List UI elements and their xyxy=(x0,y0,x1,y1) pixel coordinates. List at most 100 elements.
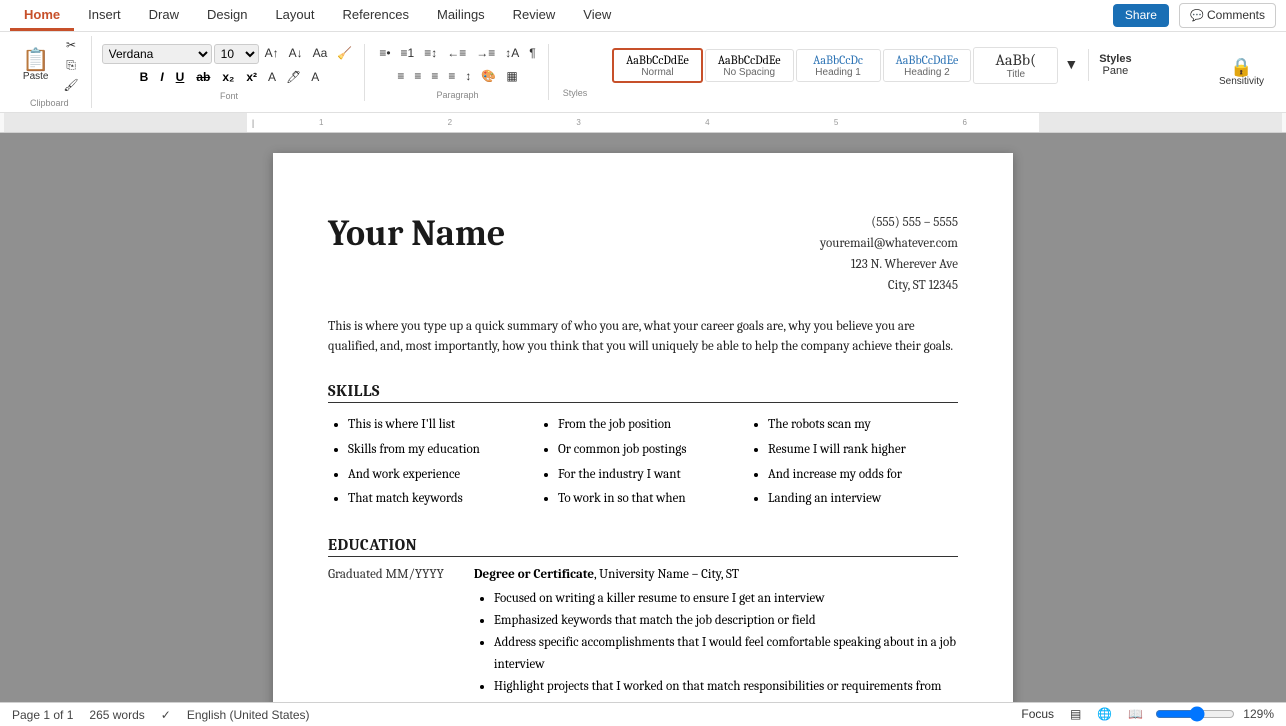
skills-grid: This is where I'll list Skills from my e… xyxy=(328,413,958,512)
styles-group: AaBbCcDdEe Normal AaBbCcDdEe No Spacing … xyxy=(551,47,1203,98)
style-title-label: Title xyxy=(986,69,1045,80)
align-right-button[interactable]: ≡ xyxy=(427,67,442,86)
bullets-button[interactable]: ≡• xyxy=(375,44,394,63)
styles-pane-top-label: Styles xyxy=(1099,53,1131,65)
skills-col3: The robots scan my Resume I will rank hi… xyxy=(748,413,958,512)
ruler-mark: 6 xyxy=(963,118,967,127)
style-title-preview: AaBb( xyxy=(986,51,1045,69)
increase-font-button[interactable]: A↑ xyxy=(261,44,283,63)
skill-item: Or common job postings xyxy=(558,438,748,463)
edu-bullet-item: Highlight projects that I worked on that… xyxy=(494,676,958,702)
align-left-button[interactable]: ≡ xyxy=(393,67,408,86)
top-area: Home Insert Draw Design Layout Reference… xyxy=(0,0,1286,113)
decrease-indent-button[interactable]: ←≡ xyxy=(443,44,470,63)
style-no-spacing[interactable]: AaBbCcDdEe No Spacing xyxy=(705,49,794,82)
text-shading-button[interactable]: A xyxy=(307,68,323,87)
tab-home[interactable]: Home xyxy=(10,1,74,31)
highlight-button[interactable]: 🖊 xyxy=(282,68,305,87)
language: English (United States) xyxy=(187,708,310,722)
style-heading2-preview: AaBbCcDdEe xyxy=(896,53,959,67)
tab-design[interactable]: Design xyxy=(193,1,261,31)
tab-insert[interactable]: Insert xyxy=(74,1,135,31)
sensitivity-button[interactable]: 🔒 Sensitivity xyxy=(1213,54,1270,91)
borders-button[interactable]: ▦ xyxy=(502,67,521,86)
style-title[interactable]: AaBb( Title xyxy=(973,47,1058,84)
status-bar: Page 1 of 1 265 words ✓ English (United … xyxy=(0,702,1286,726)
format-painter-button[interactable]: 🖌 xyxy=(59,76,82,95)
read-mode-button[interactable]: 📖 xyxy=(1124,705,1147,724)
web-view-button[interactable]: 🌐 xyxy=(1093,705,1116,724)
share-button[interactable]: Share xyxy=(1113,4,1169,27)
skill-item: Skills from my education xyxy=(348,438,538,463)
style-normal[interactable]: AaBbCcDdEe Normal xyxy=(612,48,703,83)
focus-button[interactable]: Focus xyxy=(1017,705,1058,724)
strikethrough-button[interactable]: ab xyxy=(191,69,215,85)
superscript-button[interactable]: x² xyxy=(241,69,262,85)
page[interactable]: Your Name (555) 555 – 5555 youremail@wha… xyxy=(273,153,1013,702)
education-section: EDUCATION Graduated MM/YYYY Degree or Ce… xyxy=(328,536,958,702)
comments-button[interactable]: 💬 Comments xyxy=(1179,3,1276,28)
paragraph-label: Paragraph xyxy=(437,90,479,100)
ruler-mark: 4 xyxy=(705,118,709,127)
paste-button[interactable]: 📋 Paste xyxy=(16,45,55,86)
font-color-button[interactable]: A xyxy=(264,68,280,87)
decrease-font-button[interactable]: A↓ xyxy=(285,44,307,63)
tab-draw[interactable]: Draw xyxy=(135,1,193,31)
document-area: Your Name (555) 555 – 5555 youremail@wha… xyxy=(0,133,1286,702)
tab-references[interactable]: References xyxy=(329,1,423,31)
skill-item: And work experience xyxy=(348,463,538,488)
style-heading2-label: Heading 2 xyxy=(896,67,959,78)
styles-pane-button[interactable]: Styles Pane xyxy=(1088,49,1141,81)
shading-button[interactable]: 🎨 xyxy=(477,67,500,86)
doc-phone: (555) 555 – 5555 xyxy=(820,213,958,234)
copy-button[interactable]: ⎘ xyxy=(59,56,82,75)
underline-button[interactable]: U xyxy=(171,69,190,85)
style-no-spacing-label: No Spacing xyxy=(718,67,781,78)
show-formatting-button[interactable]: ¶ xyxy=(525,44,539,63)
tab-layout[interactable]: Layout xyxy=(261,1,328,31)
paragraph-group: ≡• ≡1 ≡↕ ←≡ →≡ ↕A ¶ ≡ ≡ ≡ ≡ ↕ 🎨 ▦ Paragr… xyxy=(367,44,548,100)
doc-header: Your Name (555) 555 – 5555 youremail@wha… xyxy=(328,213,958,296)
more-styles-button[interactable]: ▼ xyxy=(1060,55,1082,75)
sort-button[interactable]: ↕A xyxy=(501,44,523,63)
italic-button[interactable]: I xyxy=(155,69,168,85)
style-heading1[interactable]: AaBbCcDc Heading 1 xyxy=(796,49,881,82)
increase-indent-button[interactable]: →≡ xyxy=(472,44,499,63)
line-spacing-button[interactable]: ↕ xyxy=(461,67,475,86)
doc-email: youremail@whatever.com xyxy=(820,234,958,255)
styles-pane-bottom-label: Pane xyxy=(1103,65,1129,77)
tab-view[interactable]: View xyxy=(569,1,625,31)
tab-review[interactable]: Review xyxy=(499,1,570,31)
skill-item: For the industry I want xyxy=(558,463,748,488)
style-heading1-preview: AaBbCcDc xyxy=(809,53,868,67)
style-normal-label: Normal xyxy=(626,67,689,78)
align-justify-button[interactable]: ≡ xyxy=(444,67,459,86)
zoom-slider[interactable] xyxy=(1155,706,1235,722)
page-indicator: Page 1 of 1 xyxy=(12,708,73,722)
layout-view-button[interactable]: ▤ xyxy=(1066,705,1085,724)
skill-item: The robots scan my xyxy=(768,413,958,438)
clear-format-button[interactable]: 🧹 xyxy=(333,44,356,63)
cut-button[interactable]: ✂ xyxy=(59,36,82,55)
edu-degree-line: Degree or Certificate, University Name –… xyxy=(474,567,958,582)
numbering-button[interactable]: ≡1 xyxy=(397,44,419,63)
doc-address2: City, ST 12345 xyxy=(820,276,958,297)
word-count: 265 words xyxy=(89,708,144,722)
subscript-button[interactable]: x₂ xyxy=(217,69,239,85)
proofing-icon[interactable]: ✓ xyxy=(161,708,171,722)
edu-bullet-item: Emphasized keywords that match the job d… xyxy=(494,610,958,632)
multilevel-list-button[interactable]: ≡↕ xyxy=(420,44,441,63)
style-heading2[interactable]: AaBbCcDdEe Heading 2 xyxy=(883,49,972,82)
skills-col1: This is where I'll list Skills from my e… xyxy=(328,413,538,512)
style-normal-preview: AaBbCcDdEe xyxy=(626,53,689,67)
font-size-select[interactable]: 10 xyxy=(214,44,259,64)
edu-date: Graduated MM/YYYY xyxy=(328,567,444,702)
skill-item: Resume I will rank higher xyxy=(768,438,958,463)
sensitivity-icon: 🔒 xyxy=(1230,58,1252,76)
align-center-button[interactable]: ≡ xyxy=(410,67,425,86)
tab-mailings[interactable]: Mailings xyxy=(423,1,499,31)
font-name-select[interactable]: Verdana xyxy=(102,44,212,64)
change-case-button[interactable]: Aa xyxy=(309,44,332,63)
status-right: Focus ▤ 🌐 📖 129% xyxy=(1017,705,1274,724)
bold-button[interactable]: B xyxy=(135,69,154,85)
